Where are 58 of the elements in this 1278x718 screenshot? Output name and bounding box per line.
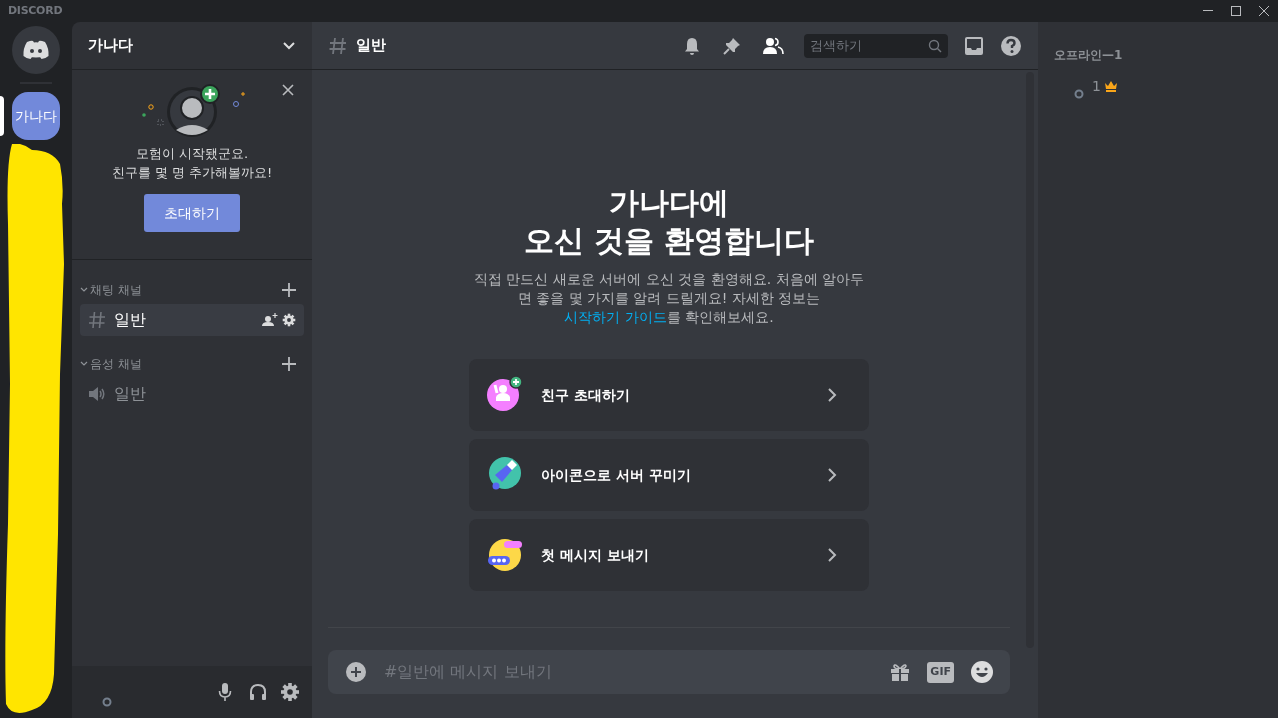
action-card[interactable]: 아이콘으로 서버 꾸미기 — [469, 439, 869, 511]
action-card[interactable]: 친구 초대하기 — [469, 359, 869, 431]
gif-button[interactable]: GIF — [927, 661, 954, 683]
chevron-right-icon — [827, 548, 837, 562]
app-title: DISCORD — [8, 2, 63, 19]
search-icon — [928, 38, 942, 53]
action-label: 첫 메시지 보내기 — [541, 545, 650, 565]
status-icon — [102, 697, 112, 707]
home-button[interactable] — [12, 26, 60, 74]
search-field[interactable]: 검색하기 — [804, 33, 948, 58]
settings-icon[interactable] — [282, 313, 296, 327]
welcome-description: 직접 만드신 새로운 서버에 오신 것을 환영해요. 처음에 알아두면 좋을 몇 가지를 알려 드릴게요! 자세한 정보는 시작하기 가이드를 확인해보세요. — [472, 270, 866, 327]
category-label[interactable]: 채팅 채널 — [90, 281, 282, 299]
welcome-title: 가나다에 — [609, 184, 729, 222]
server-icon[interactable]: 가나다 — [12, 92, 60, 140]
welcome-title: 오신 것을 환영합니다 — [523, 222, 815, 260]
chevron-right-icon — [827, 388, 837, 402]
add-member-icon[interactable] — [262, 313, 278, 327]
inbox-icon[interactable] — [964, 35, 984, 56]
emoji-icon[interactable] — [970, 660, 994, 684]
channel-item[interactable]: 일반 — [80, 378, 304, 410]
action-label: 아이콘으로 서버 꾸미기 — [541, 465, 692, 485]
guide-link[interactable]: 시작하기 가이드 — [564, 309, 667, 325]
chevron-down-icon[interactable] — [80, 286, 88, 294]
chevron-down-icon[interactable] — [282, 40, 296, 51]
chevron-right-icon — [827, 468, 837, 482]
hash-icon — [88, 311, 106, 329]
server-name: 가나다 — [88, 35, 133, 57]
member-name[interactable]: 1 — [1092, 76, 1101, 97]
pin-icon[interactable] — [722, 35, 742, 56]
channel-item[interactable]: 일반 — [80, 304, 304, 336]
chevron-down-icon[interactable] — [80, 360, 88, 368]
invite-button[interactable]: 초대하기 — [144, 194, 240, 232]
add-icon[interactable] — [344, 660, 368, 684]
controller-face-icon — [22, 40, 50, 60]
close-icon[interactable] — [282, 84, 294, 96]
microphone-icon[interactable] — [217, 682, 233, 702]
card-text: 모험이 시작됐군요. — [135, 145, 249, 163]
close-icon — [1259, 6, 1269, 16]
speaker-icon — [88, 385, 106, 403]
hash-icon — [328, 35, 348, 56]
bell-icon[interactable] — [682, 35, 702, 56]
action-card[interactable]: 첫 메시지 보내기 — [469, 519, 869, 591]
settings-icon[interactable] — [280, 682, 300, 702]
maximize-icon — [1231, 6, 1241, 16]
help-icon[interactable] — [1000, 34, 1022, 57]
gift-icon[interactable] — [889, 661, 912, 683]
add-channel-icon[interactable] — [282, 357, 296, 371]
members-icon[interactable] — [762, 35, 784, 56]
card-text: 친구를 몇 명 추가해볼까요! — [111, 164, 273, 182]
member-group-label: 오프라인—1 — [1054, 47, 1124, 64]
add-channel-icon[interactable] — [282, 283, 296, 297]
channel-title: 일반 — [356, 35, 386, 57]
action-label: 친구 초대하기 — [541, 385, 631, 405]
category-label[interactable]: 음성 채널 — [90, 355, 282, 373]
status-icon — [1074, 89, 1084, 99]
headphones-icon[interactable] — [248, 682, 268, 702]
minimize-icon — [1203, 10, 1213, 12]
